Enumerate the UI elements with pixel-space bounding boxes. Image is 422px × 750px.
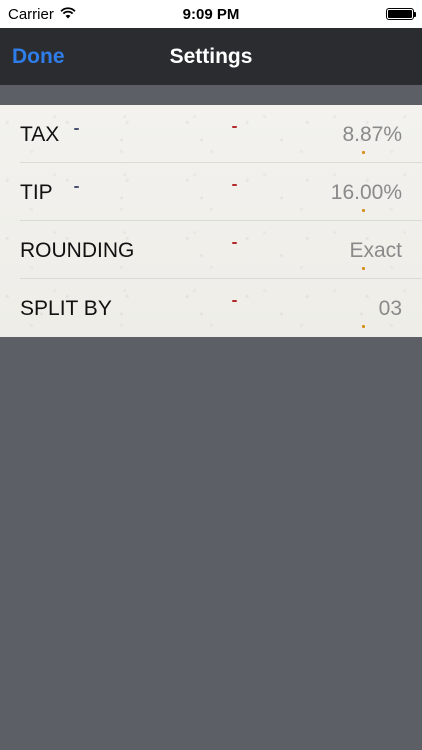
settings-row-split-by[interactable]: SPLIT BY 03 <box>20 279 422 337</box>
paper-speck <box>362 325 365 328</box>
settings-row-value: 16.00% <box>330 181 402 204</box>
status-time: 9:09 PM <box>182 6 240 23</box>
paper-speck <box>74 128 79 130</box>
paper-speck <box>232 242 237 244</box>
paper-speck <box>232 126 237 128</box>
settings-row-rounding[interactable]: ROUNDING Exact <box>20 221 422 279</box>
settings-row-label: ROUNDING <box>20 239 135 262</box>
paper-speck <box>74 186 79 188</box>
nav-divider <box>0 85 422 105</box>
paper-speck <box>232 184 237 186</box>
page-title: Settings <box>169 45 253 68</box>
settings-row-tip[interactable]: TIP 16.00% <box>20 163 422 221</box>
settings-row-tax[interactable]: TAX 8.87% <box>20 105 422 163</box>
paper-speck <box>362 209 365 212</box>
settings-row-label: TIP <box>20 181 53 204</box>
battery-icon <box>386 8 416 20</box>
navigation-bar: Done Settings <box>0 28 422 85</box>
paper-speck <box>362 151 365 154</box>
paper-speck <box>362 267 365 270</box>
settings-row-value: Exact <box>349 239 402 262</box>
settings-row-label: SPLIT BY <box>20 297 112 320</box>
settings-row-value: 8.87% <box>342 123 402 146</box>
settings-list: TAX 8.87% TIP 16.00% ROUNDING Exact SPLI… <box>0 105 422 337</box>
status-bar: Carrier 9:09 PM <box>0 0 422 28</box>
settings-row-label: TAX <box>20 123 60 146</box>
paper-speck <box>232 300 237 302</box>
settings-row-value: 03 <box>378 297 402 320</box>
